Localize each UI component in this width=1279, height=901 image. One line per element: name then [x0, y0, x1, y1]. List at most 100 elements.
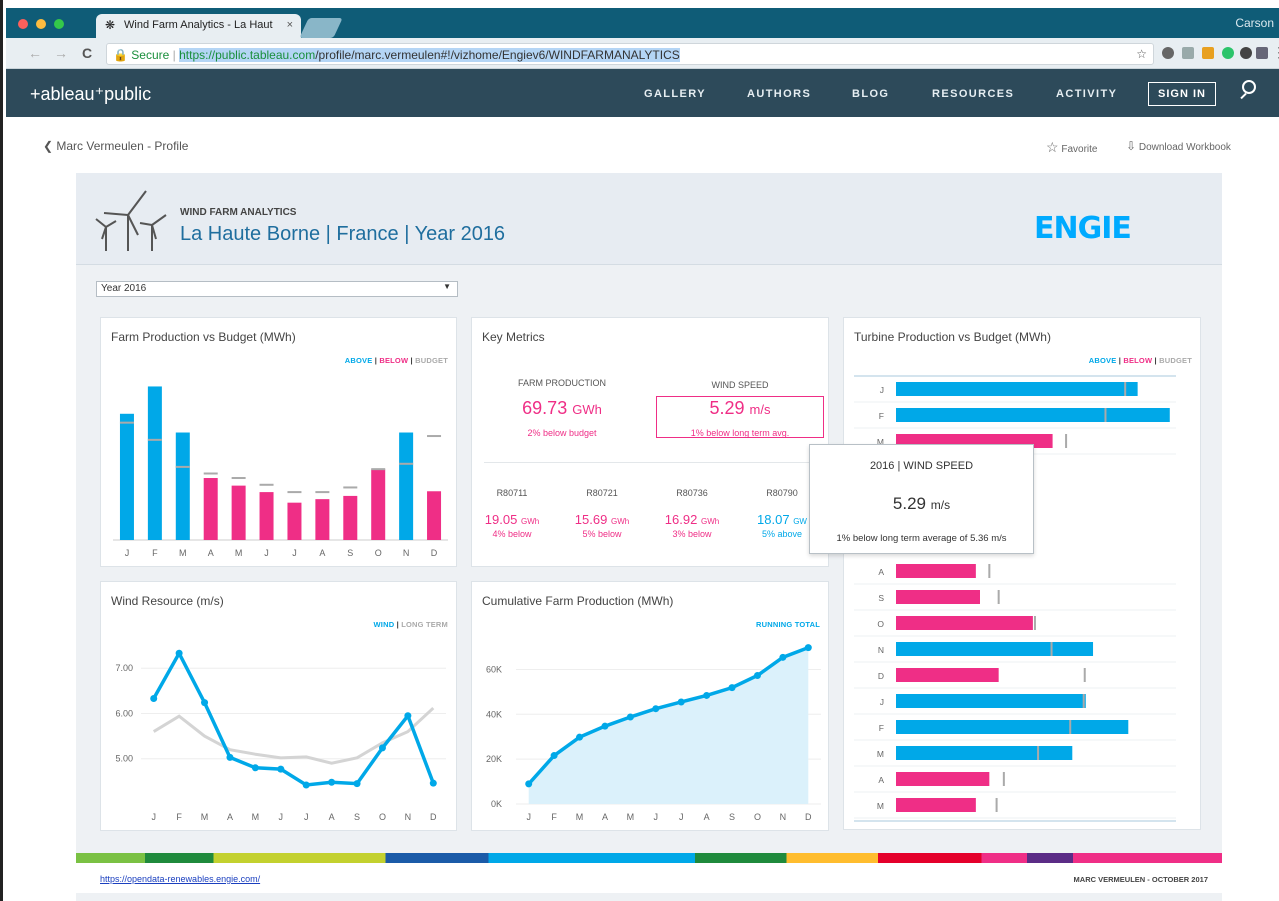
budget-marker — [427, 435, 442, 438]
tab-title: Wind Farm Analytics - La Haut — [124, 19, 273, 31]
x-tick-label: D — [805, 812, 812, 822]
nav-blog[interactable]: BLOG — [852, 88, 889, 100]
turbine-value: 15.69 GWh — [574, 512, 630, 527]
x-tick-label: M — [252, 812, 260, 822]
x-tick-label: M — [627, 812, 635, 822]
tooltip-value: 5.29 m/s — [892, 494, 951, 513]
budget-marker — [1069, 720, 1072, 734]
close-window-button[interactable] — [18, 19, 28, 29]
turbine-note: 3% below — [672, 529, 712, 539]
x-tick-label: S — [354, 812, 360, 822]
opendata-link[interactable]: https://opendata-renewables.engie.com/ — [100, 874, 260, 884]
budget-marker — [1065, 434, 1068, 448]
back-arrow-icon[interactable]: ← — [28, 45, 42, 61]
author-credit: MARC VERMEULEN - OCTOBER 2017 — [1073, 875, 1208, 884]
maximize-window-button[interactable] — [54, 19, 64, 29]
running-total-point — [703, 691, 711, 699]
extension-icon[interactable] — [1240, 47, 1252, 59]
extension-icon[interactable] — [1182, 47, 1194, 59]
wind-point — [353, 780, 361, 788]
wind-point — [302, 781, 310, 789]
wind-point — [201, 699, 209, 707]
x-tick-label: D — [431, 548, 438, 558]
forward-arrow-icon[interactable]: → — [54, 45, 68, 61]
wind-speed-label: WIND SPEED — [711, 380, 769, 390]
turbine-bar — [896, 564, 976, 578]
wind-turbine-icon — [95, 190, 167, 251]
download-workbook-button[interactable]: ⇩ Download Workbook — [1126, 139, 1231, 153]
turbine-bar — [896, 590, 980, 604]
year-filter-dropdown[interactable]: Year 2016 ▼ — [96, 281, 458, 297]
tab-close-icon[interactable]: × — [287, 19, 293, 31]
y-tick-label: 0K — [491, 799, 502, 809]
budget-marker — [997, 590, 1000, 604]
production-bar — [203, 478, 218, 540]
budget-marker — [371, 468, 386, 471]
budget-marker — [287, 491, 302, 494]
wind-point — [404, 712, 412, 720]
turbine-bar — [896, 798, 976, 812]
site-navbar: +ableau⁺public GALLERY AUTHORS BLOG RESO… — [6, 69, 1279, 117]
address-bar[interactable]: 🔒 Secure | https://public.tableau.com/pr… — [106, 43, 1154, 65]
minimize-window-button[interactable] — [36, 19, 46, 29]
budget-marker — [147, 438, 162, 441]
turbine-bar — [896, 720, 1129, 734]
y-tick-label: F — [879, 411, 884, 421]
y-tick-label: J — [880, 385, 884, 395]
turbine-value: 19.05 GWh — [484, 512, 540, 527]
y-tick-label: 6.00 — [115, 708, 133, 718]
x-tick-label: J — [526, 812, 531, 822]
nav-authors[interactable]: AUTHORS — [747, 88, 811, 100]
nav-activity[interactable]: ACTIVITY — [1056, 88, 1117, 100]
url-host: https://public.tableau.com — [179, 48, 316, 62]
bookmark-star-icon[interactable]: ☆ — [1136, 47, 1147, 61]
x-tick-label: J — [151, 812, 156, 822]
budget-marker — [1104, 408, 1107, 422]
running-total-point — [728, 684, 736, 692]
extension-icon[interactable] — [1202, 47, 1214, 59]
budget-marker — [231, 477, 246, 480]
x-tick-label: O — [375, 548, 382, 558]
cumulative-production-chart: 60K 40K 20K 0K J F M A M J J A S O N D — [486, 644, 821, 822]
chevron-left-icon: ❮ — [43, 139, 57, 153]
wind-line — [152, 649, 435, 787]
wind-resource-chart: 7.00 6.00 5.00 J F M A M J J A S O N D — [115, 649, 446, 822]
y-tick-label: 60K — [486, 664, 502, 674]
budget-marker — [343, 486, 358, 489]
y-tick-label: F — [879, 723, 884, 733]
profile-name[interactable]: Carson — [1235, 16, 1274, 30]
search-icon[interactable] — [1242, 80, 1256, 94]
favorite-button[interactable]: ☆ Favorite — [1046, 139, 1097, 156]
sign-in-button[interactable]: SIGN IN — [1148, 82, 1216, 106]
browser-tab[interactable]: ❋ Wind Farm Analytics - La Haut × — [96, 14, 301, 38]
x-tick-label: S — [347, 548, 353, 558]
nav-gallery[interactable]: GALLERY — [644, 88, 706, 100]
new-tab-button[interactable] — [299, 18, 343, 38]
turbine-bar — [896, 746, 1073, 760]
nav-resources[interactable]: RESOURCES — [932, 88, 1014, 100]
x-tick-label: F — [152, 548, 158, 558]
x-tick-label: N — [780, 812, 787, 822]
y-tick-label: 40K — [486, 709, 502, 719]
x-tick-label: O — [754, 812, 761, 822]
tableau-public-logo[interactable]: +ableau⁺public — [30, 84, 151, 105]
y-tick-label: J — [880, 697, 884, 707]
key-metrics-panel: Key Metrics FARM PRODUCTION 69.73 GWh 2%… — [471, 317, 829, 567]
menu-dots-icon[interactable]: ⋮ — [1272, 44, 1279, 61]
extension-icon[interactable] — [1256, 47, 1268, 59]
x-tick-label: J — [292, 548, 297, 558]
dropdown-caret-icon: ▼ — [443, 282, 451, 291]
reload-icon[interactable]: C — [82, 45, 92, 61]
metrics-divider — [484, 462, 818, 463]
extension-icon[interactable] — [1162, 47, 1174, 59]
y-tick-label: M — [877, 749, 884, 759]
budget-marker — [1050, 642, 1053, 656]
budget-marker — [1083, 668, 1086, 682]
y-tick-label: D — [878, 671, 884, 681]
favorite-label: Favorite — [1061, 144, 1098, 155]
color-stripe — [76, 853, 1222, 863]
y-tick-label: S — [878, 593, 884, 603]
back-to-profile-link[interactable]: ❮ Marc Vermeulen - Profile — [43, 139, 188, 153]
turbine-bar — [896, 694, 1086, 708]
extension-icon[interactable] — [1222, 47, 1234, 59]
